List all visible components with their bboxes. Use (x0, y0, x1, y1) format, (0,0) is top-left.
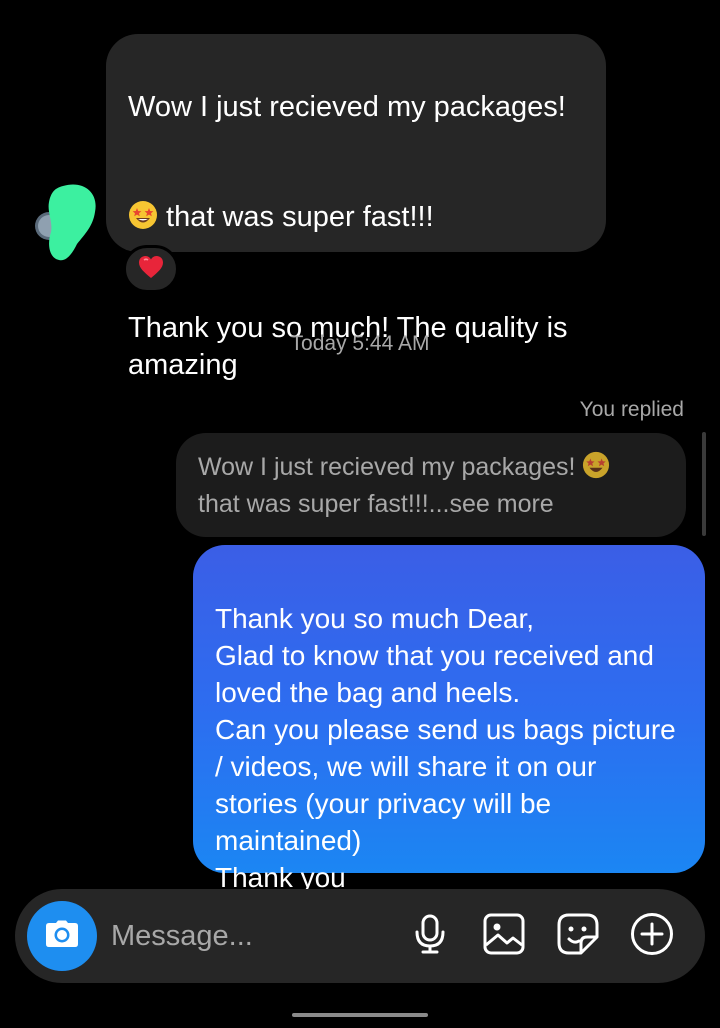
sticker-icon (557, 913, 599, 960)
you-replied-label: You replied (579, 398, 684, 421)
incoming-message-line: Wow I just recieved my packages! (128, 91, 566, 123)
sticker-button[interactable] (555, 913, 601, 959)
reply-preview[interactable]: Wow I just recieved my packages! that wa… (176, 433, 686, 537)
more-options-button[interactable] (629, 912, 675, 961)
incoming-message-bubble[interactable]: Wow I just recieved my packages! that wa… (106, 34, 606, 381)
message-composer (15, 889, 705, 983)
gallery-button[interactable] (481, 913, 527, 959)
outgoing-message-bubble[interactable]: Thank you so much Dear, Glad to know tha… (193, 545, 705, 893)
message-input[interactable] (111, 913, 391, 959)
reply-preview-bar (702, 432, 706, 536)
camera-button[interactable] (27, 901, 97, 971)
reply-preview-line: that was super fast!!!...see more (198, 490, 554, 518)
plus-circle-icon (630, 912, 674, 961)
heart-emoji-icon (138, 255, 164, 284)
microphone-button[interactable] (407, 913, 453, 959)
camera-icon (45, 920, 79, 953)
microphone-icon (413, 914, 447, 959)
star-struck-emoji-icon (128, 163, 158, 229)
gallery-icon (483, 913, 525, 960)
incoming-message-line: that was super fast!!! (158, 201, 434, 233)
star-struck-emoji-icon (582, 451, 610, 479)
sender-avatar[interactable] (33, 182, 97, 262)
reply-preview-line: Wow I just recieved my packages! (198, 453, 576, 481)
timestamp: Today 5:44 AM (290, 332, 430, 355)
heart-reaction[interactable] (123, 245, 179, 293)
outgoing-message-text: Thank you so much Dear, Glad to know tha… (215, 603, 676, 893)
home-indicator[interactable] (292, 1013, 428, 1017)
